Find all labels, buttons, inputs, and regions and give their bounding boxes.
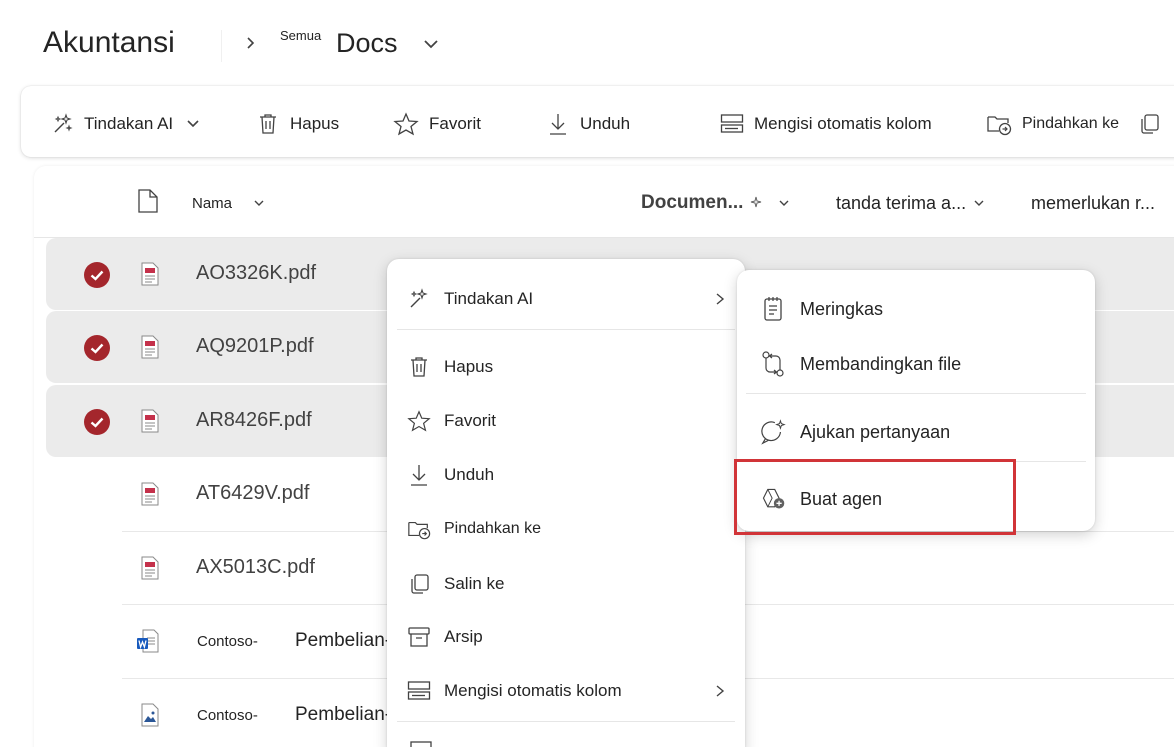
- column-header-document[interactable]: Documen...: [641, 186, 791, 220]
- sparkle-wand-icon: [54, 113, 73, 133]
- menu-item-autofill-label: Mengisi otomatis kolom: [444, 681, 622, 700]
- pdf-file-icon: [141, 335, 159, 359]
- pdf-file-icon: [141, 556, 159, 580]
- download-icon: [550, 114, 566, 135]
- column-header-document-label: Documen...: [641, 192, 744, 213]
- file-name-prefix[interactable]: Contoso-: [197, 707, 258, 724]
- file-name[interactable]: AO3326K.pdf: [196, 262, 316, 285]
- row-check-icon[interactable]: [84, 409, 110, 435]
- chevron-right-icon: [716, 293, 725, 305]
- word-file-icon: [137, 629, 159, 653]
- menu-item-copy-to[interactable]: Salin ke: [407, 567, 727, 601]
- compare-files-icon: [762, 351, 784, 377]
- submenu-item-compare[interactable]: Membandingkan file: [760, 347, 1080, 381]
- menu-item-delete[interactable]: Hapus: [407, 350, 727, 384]
- columns-autofill-icon: [407, 681, 431, 700]
- column-header-name[interactable]: Nama: [192, 186, 266, 220]
- menu-item-download[interactable]: Unduh: [407, 458, 727, 492]
- toolbar-move-to-label: Pindahkan ke: [1022, 115, 1119, 132]
- archive-icon: [408, 627, 430, 647]
- submenu-item-compare-label: Membandingkan file: [800, 353, 962, 374]
- toolbar-move-to-button[interactable]: Pindahkan ke: [986, 107, 1161, 141]
- folder-move-icon: [408, 521, 431, 540]
- folder-move-icon: [987, 116, 1012, 136]
- menu-item-archive[interactable]: Arsip: [407, 620, 727, 654]
- chevron-right-icon: [716, 685, 725, 697]
- toolbar-ai-actions-label: Tindakan AI: [84, 114, 174, 133]
- breadcrumb-view-prefix: Semua: [280, 28, 322, 43]
- menu-item-ai-actions[interactable]: Tindakan AI: [407, 282, 727, 316]
- column-header-receipt[interactable]: tanda terima a...: [836, 186, 986, 220]
- column-header-receipt-label: tanda terima a...: [836, 192, 967, 213]
- menu-divider: [397, 721, 735, 722]
- chevron-down-icon: [974, 200, 984, 206]
- file-name[interactable]: AX5013C.pdf: [196, 556, 315, 579]
- submenu-item-ask-label: Ajukan pertanyaan: [800, 421, 951, 442]
- menu-item-ai-actions-label: Tindakan AI: [444, 289, 534, 308]
- column-header-requires-label: memerlukan r...: [1031, 192, 1156, 213]
- copy-icon[interactable]: [1137, 112, 1161, 136]
- column-header-requires[interactable]: memerlukan r...: [1031, 186, 1155, 220]
- submenu-item-ask[interactable]: Ajukan pertanyaan: [760, 415, 1080, 449]
- menu-item-download-label: Unduh: [444, 465, 495, 484]
- star-icon: [407, 410, 431, 432]
- file-type-column-icon: [138, 189, 158, 213]
- menu-item-archive-label: Arsip: [444, 627, 483, 646]
- file-name[interactable]: AT6429V.pdf: [196, 482, 309, 505]
- menu-item-copy-to-label: Salin ke: [444, 574, 505, 593]
- toolbar-delete-button[interactable]: Hapus: [256, 107, 339, 141]
- highlight-box: [734, 459, 1016, 535]
- pdf-file-icon: [141, 482, 159, 506]
- toolbar-autofill-label: Mengisi otomatis kolom: [754, 114, 932, 133]
- row-check-icon[interactable]: [84, 262, 110, 288]
- more-item-icon: [410, 741, 432, 747]
- menu-item-favorite-label: Favorit: [444, 411, 496, 430]
- menu-item-move-to[interactable]: Pindahkan ke: [407, 512, 727, 546]
- toolbar-ai-actions-button[interactable]: Tindakan AI: [52, 107, 201, 141]
- toolbar-download-button[interactable]: Unduh: [546, 107, 630, 141]
- chevron-down-icon: [187, 120, 199, 128]
- sparkle-wand-icon: [410, 288, 428, 308]
- menu-item-move-to-label: Pindahkan ke: [444, 520, 541, 537]
- download-icon: [411, 465, 427, 486]
- menu-item-autofill[interactable]: Mengisi otomatis kolom: [407, 674, 727, 708]
- file-name[interactable]: AQ9201P.pdf: [196, 335, 314, 358]
- trash-icon: [411, 357, 427, 377]
- chevron-down-icon: [254, 200, 264, 206]
- submenu-item-summarize[interactable]: Meringkas: [760, 292, 1080, 326]
- submenu-divider: [746, 393, 1086, 394]
- pdf-file-icon: [141, 262, 159, 286]
- column-header-name-label: Nama: [192, 194, 233, 212]
- pdf-file-icon: [141, 409, 159, 433]
- file-name[interactable]: Pembelian-: [295, 704, 391, 726]
- file-name-prefix[interactable]: Contoso-: [197, 633, 258, 650]
- menu-item-favorite[interactable]: Favorit: [407, 404, 727, 438]
- chevron-right-icon: [247, 37, 255, 49]
- image-file-icon: [141, 703, 159, 727]
- trash-icon: [260, 114, 276, 134]
- sparkle-icon: [751, 196, 762, 208]
- header-divider: [221, 30, 222, 62]
- file-name[interactable]: AR8426F.pdf: [196, 409, 312, 432]
- notepad-icon: [764, 297, 782, 321]
- menu-item-delete-label: Hapus: [444, 357, 494, 376]
- columns-autofill-icon: [720, 114, 744, 133]
- file-name[interactable]: Pembelian-: [295, 630, 391, 652]
- toolbar-favorite-label: Favorit: [429, 114, 481, 133]
- breadcrumb-library[interactable]: Docs: [336, 28, 398, 59]
- chevron-down-icon[interactable]: [421, 35, 441, 53]
- toolbar-favorite-button[interactable]: Favorit: [393, 107, 481, 141]
- toolbar-delete-label: Hapus: [290, 114, 340, 133]
- submenu-item-summarize-label: Meringkas: [800, 298, 884, 319]
- menu-divider: [397, 329, 735, 330]
- toolbar-autofill-button[interactable]: Mengisi otomatis kolom: [720, 107, 932, 141]
- chevron-down-icon: [779, 200, 789, 206]
- copy-icon: [411, 574, 429, 594]
- chat-sparkle-icon: [761, 419, 786, 445]
- site-title[interactable]: Akuntansi: [43, 26, 175, 60]
- star-icon: [393, 112, 419, 136]
- toolbar-download-label: Unduh: [580, 114, 631, 133]
- row-check-icon[interactable]: [84, 335, 110, 361]
